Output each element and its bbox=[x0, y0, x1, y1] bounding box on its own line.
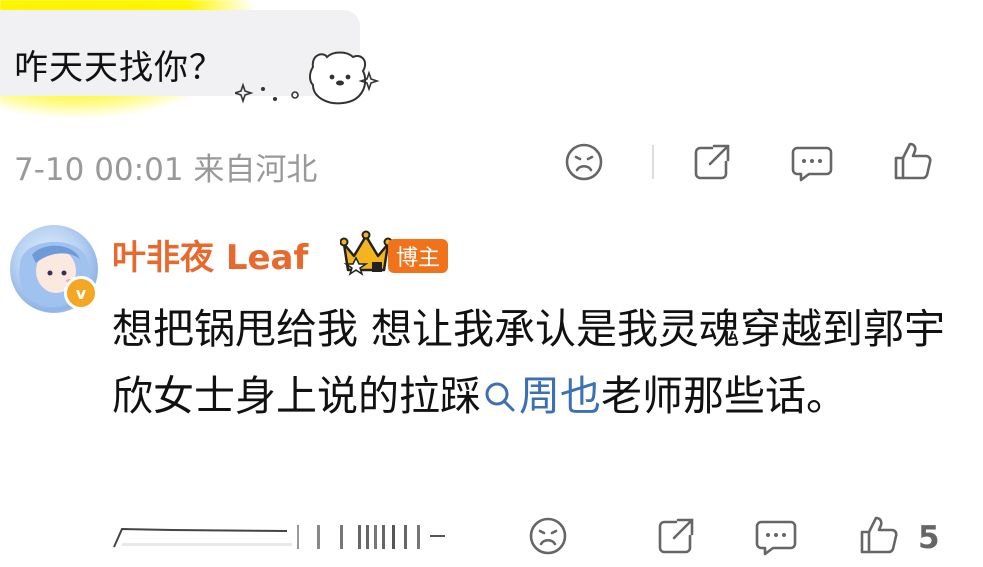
reply-text: 想把锅甩给我 想让我承认是我灵魂穿越到郭宇欣女士身上说的拉踩 周也老师那些话。 bbox=[112, 296, 962, 430]
frown-icon bbox=[565, 143, 603, 181]
reply-like-button[interactable] bbox=[856, 512, 902, 558]
bear-sticker bbox=[235, 51, 380, 105]
comment-meta: 7-10 00:01 来自河北 bbox=[14, 152, 318, 188]
like-icon bbox=[894, 142, 932, 180]
frown-icon bbox=[529, 517, 567, 555]
like-count: 5 bbox=[918, 520, 940, 556]
topic-link[interactable]: 周也 bbox=[481, 372, 601, 420]
owner-badge: 博主 bbox=[388, 239, 449, 273]
comment-button[interactable] bbox=[790, 140, 834, 184]
redacted-meta bbox=[113, 525, 445, 549]
like-icon bbox=[860, 516, 898, 554]
frown-button[interactable] bbox=[562, 140, 606, 184]
share-icon bbox=[694, 144, 730, 180]
share-icon bbox=[658, 518, 694, 554]
search-icon bbox=[485, 382, 515, 412]
comment-icon bbox=[755, 520, 797, 556]
reply-text-after: 老师那些话。 bbox=[601, 372, 847, 420]
verified-badge: v bbox=[64, 276, 98, 310]
comment-icon bbox=[791, 146, 833, 182]
like-button[interactable] bbox=[890, 138, 936, 184]
share-button[interactable] bbox=[690, 140, 734, 184]
reply-comment-button[interactable] bbox=[754, 514, 798, 558]
username[interactable]: 叶非夜 Leaf bbox=[112, 230, 308, 279]
topic-label: 周也 bbox=[519, 372, 601, 420]
crown-icon bbox=[340, 230, 392, 276]
action-divider bbox=[652, 145, 654, 179]
reply-frown-button[interactable] bbox=[526, 514, 570, 558]
reply-share-button[interactable] bbox=[654, 514, 698, 558]
comment-text: 咋天天找你？ bbox=[14, 48, 224, 88]
